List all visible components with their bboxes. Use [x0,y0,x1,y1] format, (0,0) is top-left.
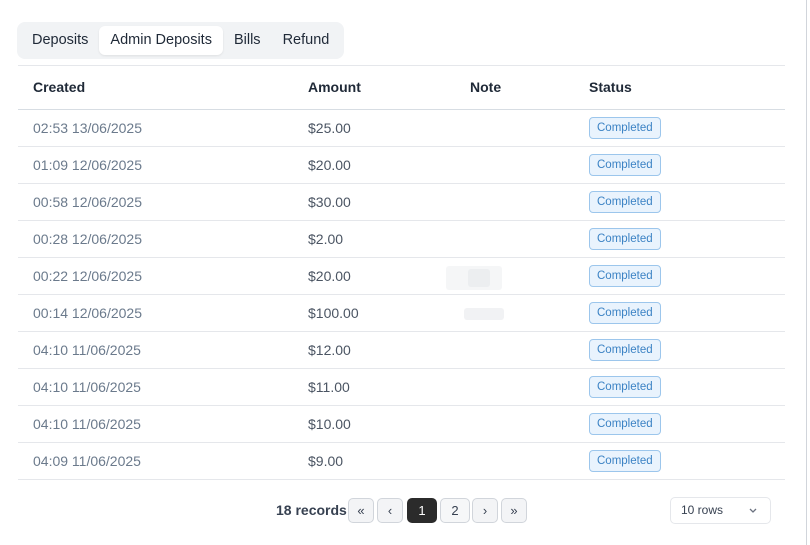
table-row[interactable]: 00:22 12/06/2025 $20.00 Completed [18,258,785,295]
first-page-button[interactable]: « [348,498,374,523]
cell-status: Completed [589,332,661,368]
status-badge: Completed [589,450,661,472]
next-page-button[interactable]: › [472,498,498,523]
note-redaction [468,269,490,287]
cell-status: Completed [589,443,661,479]
cell-amount: $9.00 [308,453,344,469]
status-badge: Completed [589,302,661,324]
header-created[interactable]: Created [33,66,85,110]
header-status[interactable]: Status [589,66,632,110]
tab-refund[interactable]: Refund [272,26,341,55]
status-badge: Completed [589,339,661,361]
table-row[interactable]: 02:53 13/06/2025 $25.00 Completed [18,110,785,147]
cell-created: 04:10 11/06/2025 [33,416,141,432]
tab-deposits[interactable]: Deposits [21,26,99,55]
cell-amount: $100.00 [308,305,359,321]
page-1-button[interactable]: 1 [407,498,437,523]
note-redaction [464,308,504,320]
header-note: Note [470,79,502,95]
cell-amount: $20.00 [308,157,351,173]
rows-per-page-select[interactable]: 10 rows [670,497,771,524]
cell-status: Completed [589,110,661,146]
prev-page-button[interactable]: ‹ [377,498,403,523]
header-amount[interactable]: Amount [308,66,361,110]
last-page-button[interactable]: » [501,498,527,523]
cell-created: 01:09 12/06/2025 [33,157,142,173]
table-row[interactable]: 00:14 12/06/2025 $100.00 Completed [18,295,785,332]
tab-bar: Deposits Admin Deposits Bills Refund [17,22,345,59]
cell-created: 00:28 12/06/2025 [33,231,142,247]
tab-admin-deposits[interactable]: Admin Deposits [99,26,223,55]
status-badge: Completed [589,191,661,213]
status-badge: Completed [589,117,661,139]
cell-amount: $2.00 [308,231,344,247]
status-badge: Completed [589,413,661,435]
cell-amount: $20.00 [308,268,351,284]
cell-created: 04:09 11/06/2025 [33,453,141,469]
tab-bills[interactable]: Bills [223,26,272,55]
cell-status: Completed [589,295,661,331]
cell-amount: $11.00 [308,379,350,395]
cell-amount: $30.00 [308,194,351,210]
status-badge: Completed [589,154,661,176]
cell-status: Completed [589,258,661,294]
cell-status: Completed [589,406,661,442]
cell-status: Completed [589,369,661,405]
cell-created: 00:58 12/06/2025 [33,194,142,210]
table-row[interactable]: 04:10 11/06/2025 $10.00 Completed [18,406,785,443]
cell-status: Completed [589,221,661,257]
cell-created: 04:10 11/06/2025 [33,342,141,358]
table-row[interactable]: 04:10 11/06/2025 $11.00 Completed [18,369,785,406]
table-row[interactable]: 01:09 12/06/2025 $20.00 Completed [18,147,785,184]
table-row[interactable]: 00:58 12/06/2025 $30.00 Completed [18,184,785,221]
status-badge: Completed [589,228,661,250]
records-count: 18 records [276,502,347,518]
rows-per-page-value: 10 rows [681,503,724,517]
deposits-table: Created Amount Note Status 02:53 13/06/2… [18,65,785,480]
table-row[interactable]: 04:09 11/06/2025 $9.00 Completed [18,443,785,480]
chevron-down-icon [748,498,758,533]
cell-created: 00:22 12/06/2025 [33,268,142,284]
cell-created: 04:10 11/06/2025 [33,379,141,395]
cell-status: Completed [589,184,661,220]
table-row[interactable]: 04:10 11/06/2025 $12.00 Completed [18,332,785,369]
cell-amount: $10.00 [308,416,351,432]
right-divider [806,0,807,545]
cell-status: Completed [589,147,661,183]
cell-created: 02:53 13/06/2025 [33,120,142,136]
page-2-button[interactable]: 2 [440,498,470,523]
table-footer: 18 records « ‹ 1 2 › » 10 rows [0,497,810,524]
status-badge: Completed [589,376,661,398]
cell-amount: $25.00 [308,120,351,136]
table-row[interactable]: 00:28 12/06/2025 $2.00 Completed [18,221,785,258]
cell-created: 00:14 12/06/2025 [33,305,142,321]
cell-amount: $12.00 [308,342,351,358]
table-body: 02:53 13/06/2025 $25.00 Completed 01:09 12/… [18,110,785,480]
table-header: Created Amount Note Status [18,66,785,110]
status-badge: Completed [589,265,661,287]
